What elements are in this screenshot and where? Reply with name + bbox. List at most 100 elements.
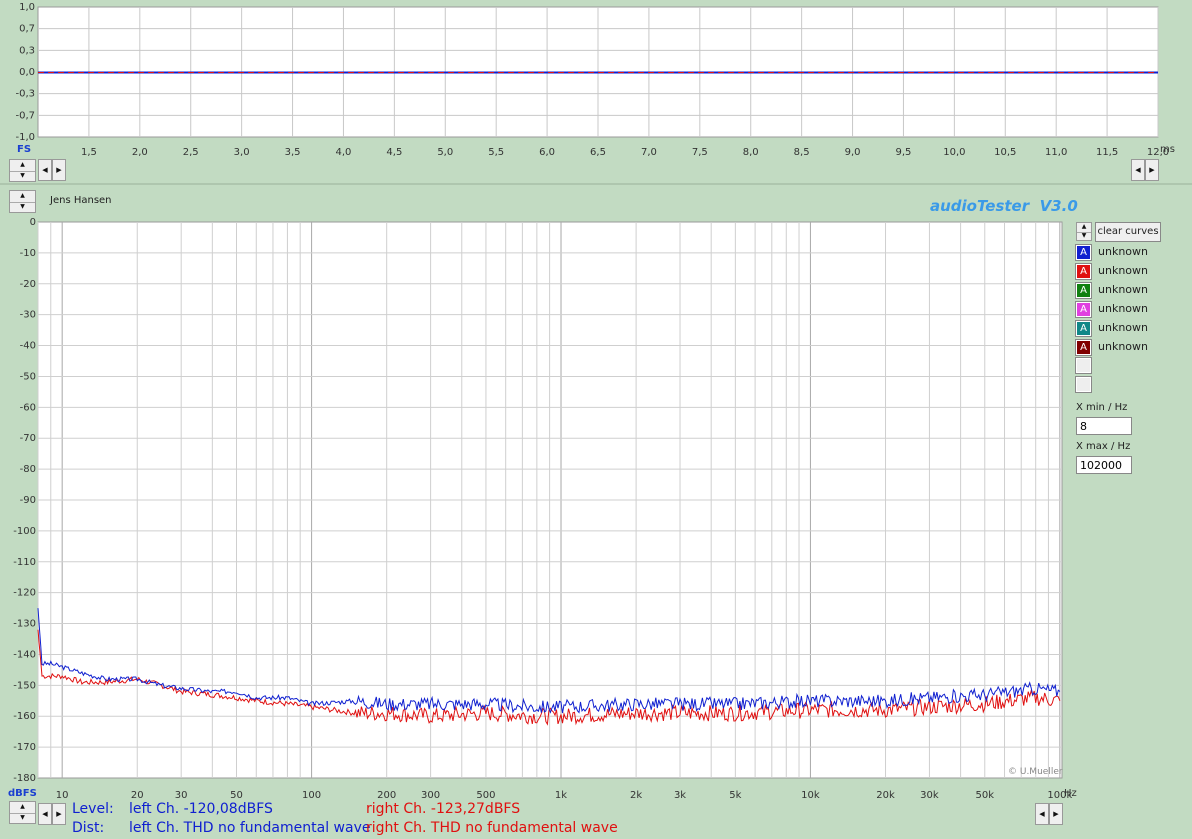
top-x-tick-label: 10,0: [943, 147, 965, 158]
top-scroll-right-icon[interactable]: ▶: [52, 159, 66, 181]
top-zoom-spinner[interactable]: ▲ ▼: [9, 159, 36, 182]
spectrum-x-tick-label: 200: [377, 790, 396, 801]
spectrum-x-tick-label: 1k: [555, 790, 567, 801]
top-x-tick-label: 7,0: [641, 147, 657, 158]
top-scroll-left-end-icon[interactable]: ◀: [1131, 159, 1145, 181]
spectrum-y-tick-label: -60: [20, 402, 36, 413]
spectrum-y-tick-label: -10: [20, 248, 36, 259]
top-x-unit: ms: [1160, 144, 1175, 155]
xmin-label: X min / Hz: [1076, 402, 1128, 413]
spectrum-y-tick-label: -120: [13, 588, 36, 599]
spinner-down-icon[interactable]: ▼: [10, 813, 35, 824]
xmin-input[interactable]: [1076, 417, 1132, 435]
bottom-scroll-right-icon[interactable]: ▶: [52, 803, 66, 825]
level-left-value: left Ch. -120,08dBFS: [129, 801, 273, 817]
top-x-tick-label: 5,5: [488, 147, 504, 158]
dist-left-value: left Ch. THD no fundamental wave: [129, 820, 371, 836]
top-y-tick-label: -0,7: [15, 110, 35, 121]
top-y-tick-label: 0,3: [19, 45, 35, 56]
top-x-tick-label: 7,5: [692, 147, 708, 158]
curve-color-box[interactable]: A: [1075, 320, 1092, 337]
spectrum-y-tick-label: -40: [20, 341, 36, 352]
top-y-tick-label: 1,0: [19, 2, 35, 13]
spectrum-y-tick-label: -90: [20, 495, 36, 506]
spectrum-x-tick-label: 30k: [920, 790, 939, 801]
spectrum-x-tick-label: 10: [56, 790, 69, 801]
spectrum-y-tick-label: 0: [30, 217, 36, 228]
xmax-label: X max / Hz: [1076, 441, 1131, 452]
spectrum-panel: 0 -10 -20 -30 -40 -50 -60 -70 -80 -90 -100 -110 -120…: [13, 217, 1073, 801]
level-right-value: right Ch. -123,27dBFS: [366, 801, 521, 817]
spectrum-x-tick-label: 10k: [801, 790, 820, 801]
spectrum-y-tick-label: -100: [13, 526, 36, 537]
bottom-scroll-left-icon[interactable]: ◀: [38, 803, 52, 825]
top-panel: 1,0 0,7 0,3 0,0 -0,3 -0,7 -1,0 1,5 2,0 2,5 3,0 3,5…: [0, 2, 1192, 185]
spectrum-x-tick-label: 50k: [976, 790, 995, 801]
spinner-down-icon[interactable]: ▼: [1077, 232, 1091, 241]
top-scroll-right-end-icon[interactable]: ▶: [1145, 159, 1159, 181]
spectrum-y-tick-label: -80: [20, 464, 36, 475]
spectrum-x-tick-label: 2k: [630, 790, 642, 801]
xmax-input[interactable]: [1076, 456, 1132, 474]
top-scroll-left-icon[interactable]: ◀: [38, 159, 52, 181]
curve-color-box[interactable]: A: [1075, 263, 1092, 280]
top-x-ticks: 1,5 2,0 2,5 3,0 3,5 4,0 4,5 5,0 5,5 6,0 6,5 7,0 7,5 8…: [81, 147, 1169, 158]
spectrum-x-tick-label: 300: [421, 790, 440, 801]
top-x-tick-label: 6,5: [590, 147, 606, 158]
legend-item-label: unknown: [1098, 340, 1148, 353]
spectrum-y-tick-label: -180: [13, 773, 36, 784]
spectrum-x-tick-label: 100: [302, 790, 321, 801]
legend-item-label: unknown: [1098, 264, 1148, 277]
spectrum-y-tick-label: -20: [20, 279, 36, 290]
top-y-ticks: 1,0 0,7 0,3 0,0 -0,3 -0,7 -1,0: [15, 2, 35, 143]
top-x-tick-label: 4,0: [336, 147, 352, 158]
spectrum-y-tick-label: -110: [13, 557, 36, 568]
curve-color-box[interactable]: A: [1075, 339, 1092, 356]
spectrum-x-tick-label: 50: [230, 790, 243, 801]
top-x-tick-label: 9,0: [845, 147, 861, 158]
top-y-tick-label: -1,0: [15, 132, 35, 143]
spectrum-y-tick-label: -140: [13, 649, 36, 660]
curve-color-box[interactable]: A: [1075, 244, 1092, 261]
top-y-tick-label: 0,0: [19, 67, 35, 78]
curve-color-box[interactable]: A: [1075, 282, 1092, 299]
empty-slot-box[interactable]: [1075, 376, 1092, 393]
empty-slot-box[interactable]: [1075, 357, 1092, 374]
x-unit-label: Hz: [1064, 788, 1077, 799]
spectrum-y-tick-label: -170: [13, 742, 36, 753]
curve-color-box[interactable]: A: [1075, 301, 1092, 318]
bottom-scroll-right-end-icon[interactable]: ▶: [1049, 803, 1063, 825]
top-y-tick-label: -0,3: [15, 89, 35, 100]
spectrum-y-tick-label: -30: [20, 310, 36, 321]
top-x-tick-label: 8,0: [743, 147, 759, 158]
spectrum-x-tick-label: 30: [175, 790, 188, 801]
legend-spinner[interactable]: ▲ ▼: [1076, 222, 1092, 241]
legend-item-label: unknown: [1098, 302, 1148, 315]
spectrum-y-tick-label: -150: [13, 680, 36, 691]
spectrum-x-tick-label: 3k: [674, 790, 686, 801]
top-x-tick-label: 3,5: [285, 147, 301, 158]
top-x-tick-label: 2,0: [132, 147, 148, 158]
bottom-scroll-left-end-icon[interactable]: ◀: [1035, 803, 1049, 825]
top-x-tick-label: 1,5: [81, 147, 97, 158]
legend-item-label: unknown: [1098, 283, 1148, 296]
dist-right-value: right Ch. THD no fundamental wave: [366, 820, 618, 836]
y-unit-label: dBFS: [8, 788, 37, 799]
spectrum-y-tick-label: -160: [13, 711, 36, 722]
top-x-tick-label: 4,5: [386, 147, 402, 158]
spectrum-x-tick-label: 20: [131, 790, 144, 801]
legend-item-label: unknown: [1098, 245, 1148, 258]
clear-curves-button[interactable]: clear curves: [1095, 222, 1161, 242]
bottom-spinner[interactable]: ▲ ▼: [9, 801, 36, 824]
legend-item-label: unknown: [1098, 321, 1148, 334]
top-x-tick-label: 11,0: [1045, 147, 1067, 158]
spinner-down-icon[interactable]: ▼: [10, 171, 35, 182]
top-x-tick-label: 9,5: [896, 147, 912, 158]
top-x-tick-label: 6,0: [539, 147, 555, 158]
dist-label: Dist:: [72, 820, 105, 836]
spectrum-y-ticks: 0 -10 -20 -30 -40 -50 -60 -70 -80 -90 -100 -110 -120…: [13, 217, 36, 784]
spectrum-x-ticks: 10 20 30 50 100 200 300 500 1k 2k 3k 5k 10k 20k 30k 50k…: [56, 790, 1073, 801]
top-x-tick-label: 10,5: [994, 147, 1016, 158]
level-label: Level:: [72, 801, 114, 817]
spectrum-y-tick-label: -50: [20, 371, 36, 382]
